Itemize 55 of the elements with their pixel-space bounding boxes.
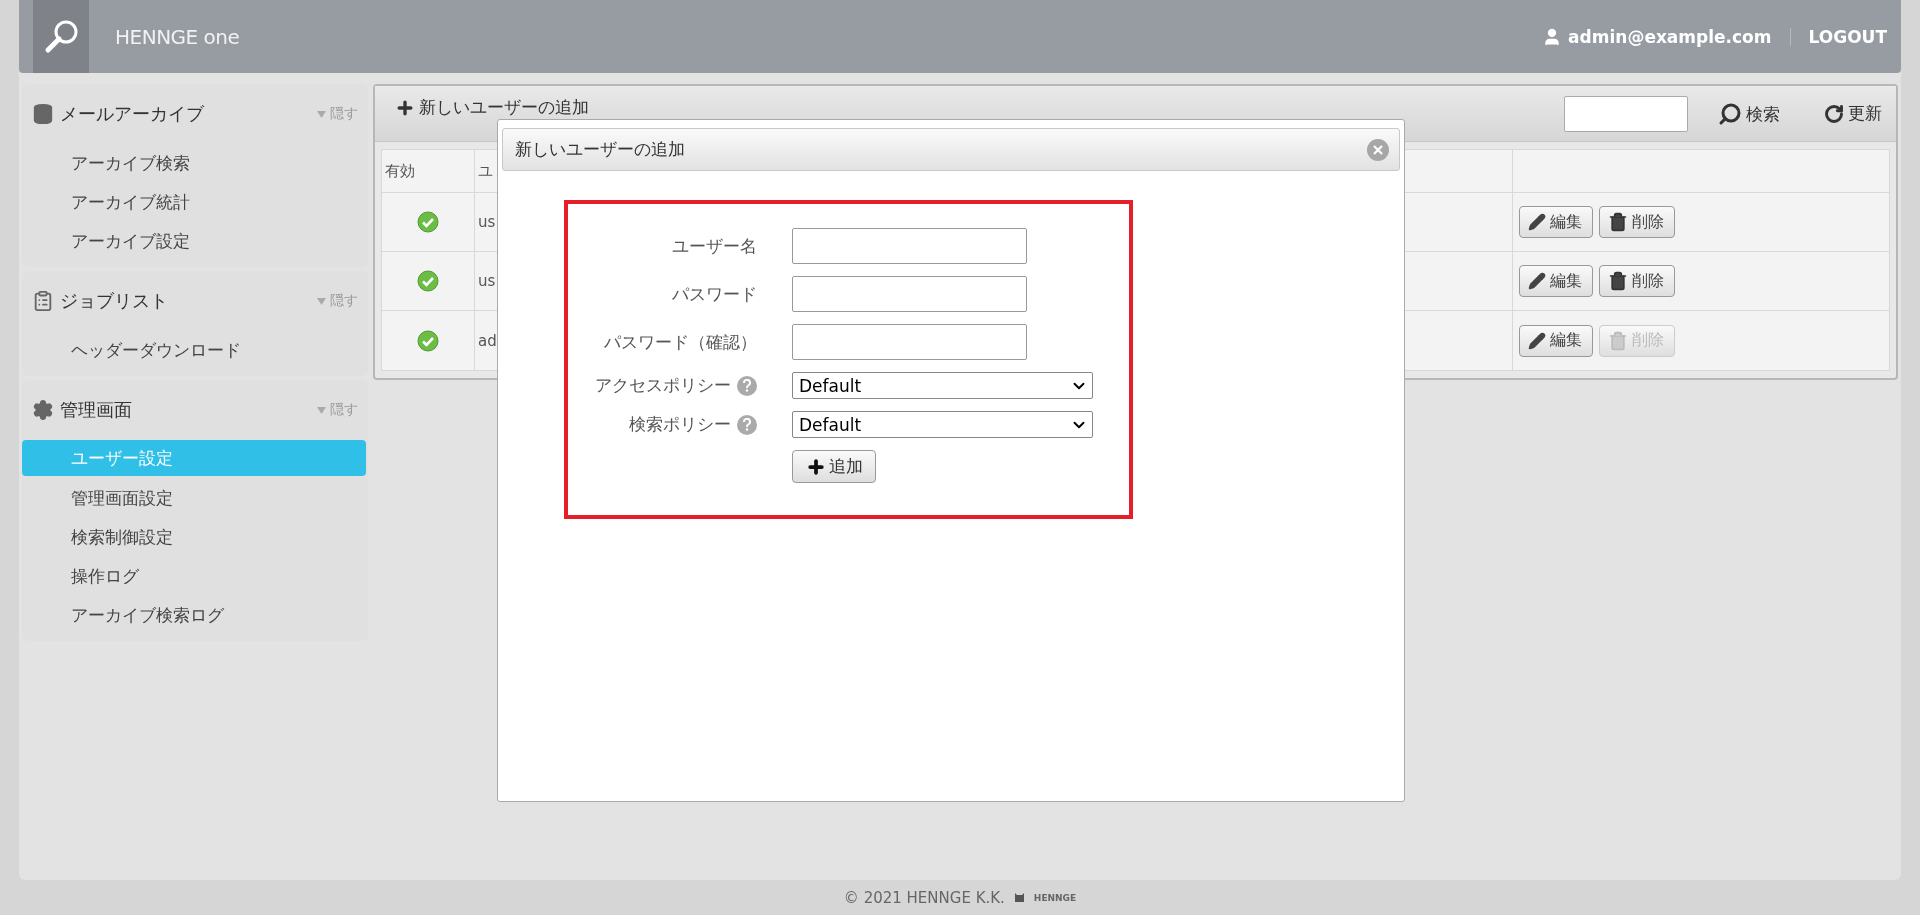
help-icon[interactable] xyxy=(737,414,757,435)
trash-icon xyxy=(1608,330,1628,351)
triangle-icon xyxy=(317,406,326,414)
sidebar-item[interactable]: アーカイブ設定 xyxy=(22,222,368,261)
text-field[interactable] xyxy=(792,276,1027,312)
sidebar-item[interactable]: アーカイブ検索ログ xyxy=(22,596,368,635)
sidebar-item[interactable]: 管理画面設定 xyxy=(22,479,368,518)
field-label: パスワード（確認） xyxy=(604,330,757,354)
plus-icon xyxy=(805,456,826,477)
pencil-icon xyxy=(1528,272,1546,290)
footer-logo: HENNGE xyxy=(1033,892,1077,903)
pencil-icon xyxy=(1528,331,1546,350)
section-title: 管理画面 xyxy=(60,398,132,422)
pencil-icon xyxy=(1528,213,1546,231)
search-field[interactable] xyxy=(1564,96,1688,132)
policy-select[interactable]: Default xyxy=(792,411,1093,438)
gear-icon xyxy=(32,399,54,421)
sidebar-item[interactable]: ヘッダーダウンロード xyxy=(22,331,368,370)
edit-button[interactable]: 編集 xyxy=(1519,265,1593,297)
close-icon xyxy=(1373,144,1383,155)
delete-button[interactable]: 削除 xyxy=(1599,206,1675,238)
refresh-icon xyxy=(1824,103,1844,124)
clipboard-icon xyxy=(32,290,54,312)
edit-button[interactable]: 編集 xyxy=(1519,324,1593,357)
section-title: メールアーカイブ xyxy=(60,102,204,126)
sidebar-item[interactable]: アーカイブ統計 xyxy=(22,183,368,222)
sidebar-item[interactable]: アーカイブ検索 xyxy=(22,144,368,183)
sidebar-item[interactable]: 操作ログ xyxy=(22,557,368,596)
search-icon xyxy=(1718,102,1742,126)
trash-icon xyxy=(1608,271,1628,291)
text-field[interactable] xyxy=(792,324,1027,360)
close-button[interactable] xyxy=(1367,138,1389,161)
section-title: ジョブリスト xyxy=(60,289,168,313)
policy-select[interactable]: Default xyxy=(792,372,1093,399)
add-user-button[interactable]: 新しいユーザーの追加 xyxy=(395,96,589,119)
text-field[interactable] xyxy=(792,228,1027,264)
add-button[interactable]: 追加 xyxy=(792,450,876,483)
help-icon[interactable] xyxy=(737,375,757,396)
field-label: アクセスポリシー xyxy=(595,374,731,397)
user-email: admin@example.com xyxy=(1568,26,1772,47)
trash-icon xyxy=(1608,212,1628,232)
logo-icon xyxy=(1014,893,1024,902)
field-label: パスワード xyxy=(672,282,757,306)
copyright-text: © 2021 HENNGE K.K. xyxy=(843,888,1005,907)
database-icon xyxy=(32,103,54,125)
edit-button[interactable]: 編集 xyxy=(1519,206,1593,238)
search-button[interactable]: 検索 xyxy=(1718,102,1780,126)
triangle-icon xyxy=(317,110,326,118)
field-label: 検索ポリシー xyxy=(629,413,731,436)
brand-name: HENNGE one xyxy=(115,24,240,49)
triangle-icon xyxy=(317,297,326,305)
sidebar-item[interactable]: 検索制御設定 xyxy=(22,518,368,557)
delete-button[interactable]: 削除 xyxy=(1599,265,1675,297)
column-header: 有効 xyxy=(382,150,475,192)
refresh-button[interactable]: 更新 xyxy=(1824,102,1882,125)
